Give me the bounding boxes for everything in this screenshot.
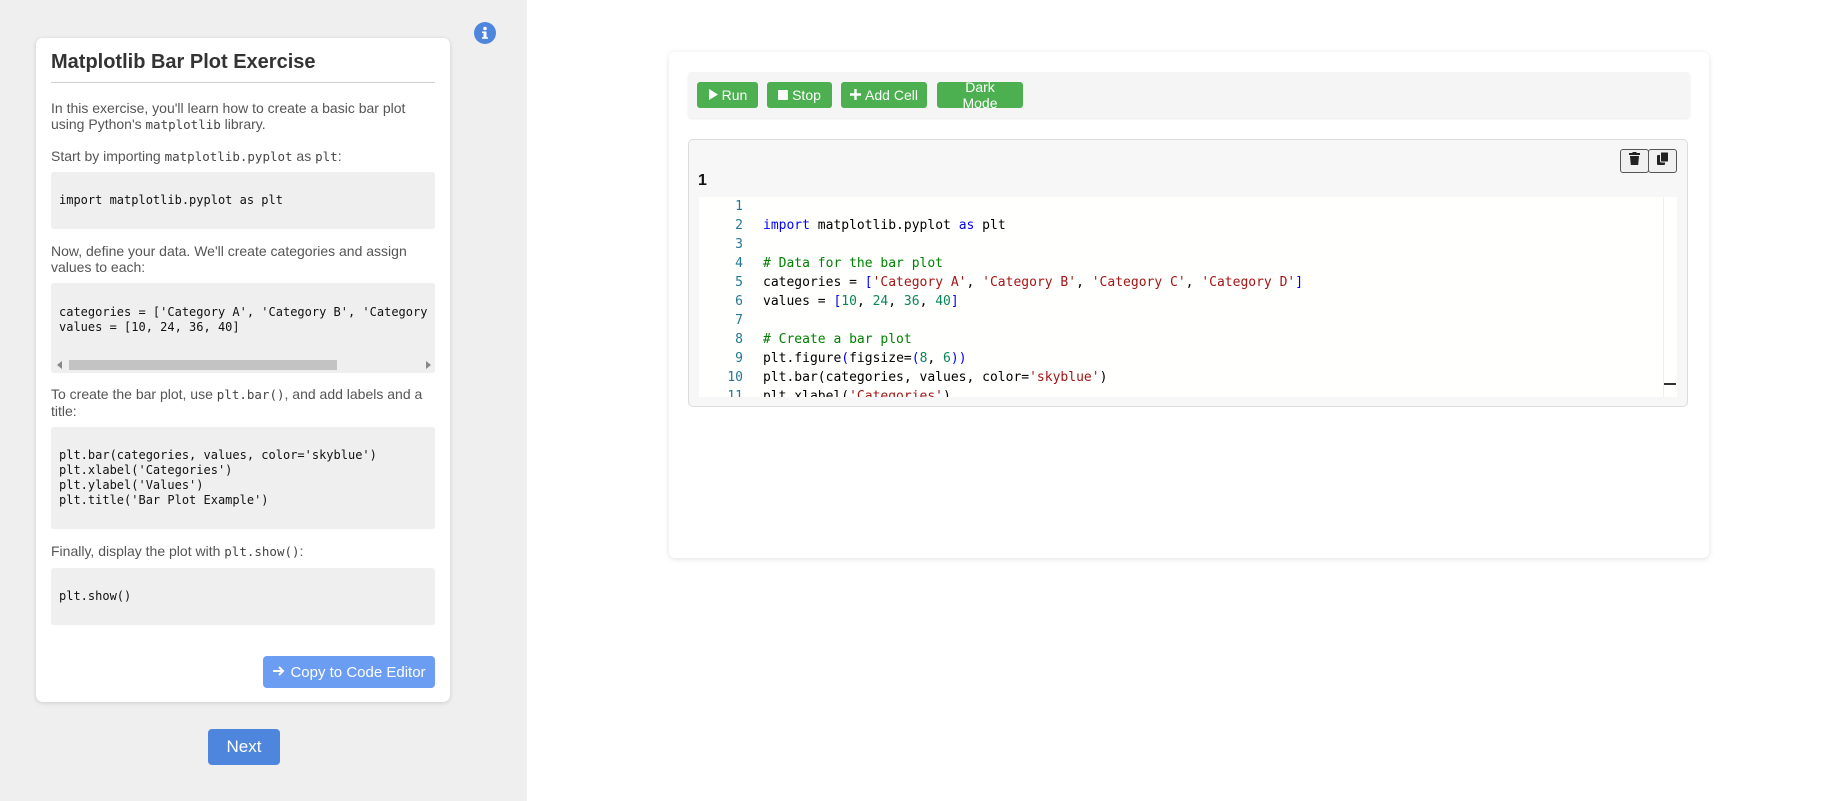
line-number: 6 [735, 294, 743, 309]
code-block-import: import matplotlib.pyplot as plt [51, 172, 435, 229]
code-line: plt.bar(categories, values, color='skybl… [763, 370, 1108, 385]
copy-to-editor-button[interactable]: Copy to Code Editor [263, 656, 435, 688]
duplicate-cell-button[interactable] [1648, 149, 1677, 173]
scrollbar-thumb[interactable] [69, 360, 337, 370]
code-block-show: plt.show() [51, 568, 435, 625]
line-number: 11 [727, 389, 743, 397]
code-cell: 1 1 2 3 4 5 6 7 8 9 10 11 import matplot… [688, 139, 1688, 407]
line-number: 10 [727, 370, 743, 385]
intro-text: In this exercise, you'll learn how to cr… [51, 100, 406, 132]
line-number: 3 [735, 237, 743, 252]
code-editor[interactable]: 1 2 3 4 5 6 7 8 9 10 11 import matplotli… [699, 197, 1677, 397]
run-button[interactable]: Run [697, 82, 758, 108]
dark-mode-button[interactable]: Dark Mode [937, 79, 1023, 111]
tutorial-title: Matplotlib Bar Plot Exercise [51, 51, 435, 83]
line-number: 2 [735, 218, 743, 233]
line-number: 9 [735, 351, 743, 366]
scroll-position-marker [1664, 383, 1676, 385]
line-number: 8 [735, 332, 743, 347]
info-icon[interactable] [474, 22, 496, 44]
step4-text: Finally, display the plot with plt.show(… [51, 543, 304, 559]
stop-button[interactable]: Stop [767, 82, 832, 108]
next-button[interactable]: Next [208, 729, 280, 765]
scroll-right-arrow-icon[interactable] [426, 361, 431, 369]
tutorial-card: Matplotlib Bar Plot Exercise In this exe… [36, 38, 450, 702]
line-number: 5 [735, 275, 743, 290]
stop-icon [778, 87, 789, 103]
step1-text: Start by importing matplotlib.pyplot as … [51, 148, 342, 164]
code-line: values = [10, 24, 36, 40] [763, 294, 959, 309]
editor-toolbar: Run Stop Add Cell Dark Mode [688, 72, 1690, 118]
trash-icon [1629, 152, 1640, 170]
line-number: 4 [735, 256, 743, 271]
code-line: # Data for the bar plot [763, 256, 944, 271]
vertical-scrollbar[interactable] [1663, 197, 1677, 397]
app-root: Matplotlib Bar Plot Exercise In this exe… [0, 0, 1837, 801]
code-line: # Create a bar plot [763, 332, 912, 347]
step3-text: To create the bar plot, use plt.bar(), a… [51, 386, 423, 419]
code-line: plt.xlabel('Categories') [763, 389, 951, 397]
add-cell-button[interactable]: Add Cell [841, 82, 927, 108]
play-icon [708, 87, 718, 103]
line-number: 1 [735, 199, 743, 214]
line-number-gutter: 1 2 3 4 5 6 7 8 9 10 11 [699, 197, 743, 397]
scroll-left-arrow-icon[interactable] [57, 361, 62, 369]
cell-number: 1 [698, 172, 707, 189]
code-block-plot: plt.bar(categories, values, color='skybl… [51, 427, 435, 529]
delete-cell-button[interactable] [1620, 149, 1649, 173]
line-number: 7 [735, 313, 743, 328]
code-line: import matplotlib.pyplot as plt [763, 218, 1006, 233]
arrow-right-icon [272, 664, 286, 681]
editor-card: Run Stop Add Cell Dark Mode 1 1 2 3 4 5 … [669, 52, 1709, 558]
code-line: plt.figure(figsize=(8, 6)) [763, 351, 967, 366]
plus-icon [850, 87, 862, 103]
code-line: categories = ['Category A', 'Category B'… [763, 275, 1304, 290]
step2-text: Now, define your data. We'll create cate… [51, 243, 407, 275]
copy-icon [1656, 151, 1669, 170]
tutorial-pane: Matplotlib Bar Plot Exercise In this exe… [0, 0, 527, 801]
horizontal-scrollbar[interactable] [57, 357, 431, 371]
code-block-data: categories = ['Category A', 'Category B'… [51, 283, 435, 373]
